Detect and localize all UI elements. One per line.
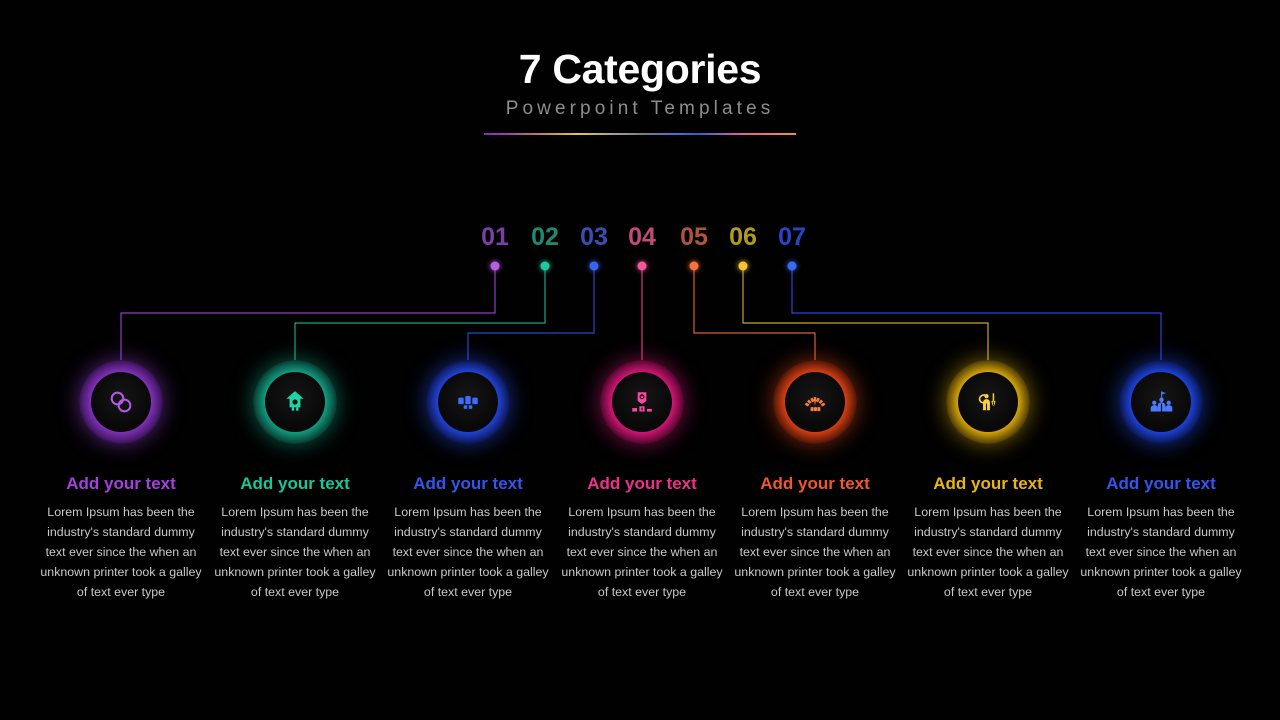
briefcase-icon (458, 396, 478, 409)
icon-inner-disc-07 (1131, 372, 1191, 432)
category-body-04: Lorem Ipsum has been the industry's stan… (561, 505, 723, 599)
category-columns: Add your text Lorem Ipsum has been the i… (0, 0, 1280, 720)
category-title-07: Add your text (1106, 474, 1216, 493)
category-icon-badge-02[interactable] (253, 360, 337, 444)
category-item-02[interactable]: Add your text Lorem Ipsum has been the i… (208, 360, 382, 603)
category-icon-badge-07[interactable] (1119, 360, 1203, 444)
category-item-01[interactable]: Add your text Lorem Ipsum has been the i… (34, 360, 208, 603)
speedometer-icon (804, 397, 826, 412)
category-body-03: Lorem Ipsum has been the industry's stan… (387, 505, 549, 599)
category-title-06: Add your text (933, 474, 1043, 493)
person-target-icon (978, 393, 996, 411)
category-item-04[interactable]: Add your text Lorem Ipsum has been the i… (555, 360, 729, 603)
category-icon-badge-05[interactable] (773, 360, 857, 444)
team-growth-icon (1150, 390, 1172, 411)
home-shield-icon (286, 391, 304, 411)
category-title-03: Add your text (413, 474, 523, 493)
category-body-06: Lorem Ipsum has been the industry's stan… (907, 505, 1069, 599)
category-title-05: Add your text (760, 474, 870, 493)
category-item-03[interactable]: Add your text Lorem Ipsum has been the i… (381, 360, 555, 603)
link-rings-icon (110, 391, 132, 413)
slide-canvas: 7 Categories Powerpoint Templates 01 02 … (0, 0, 1280, 720)
icon-inner-disc-01 (91, 372, 151, 432)
category-item-05[interactable]: Add your text Lorem Ipsum has been the i… (728, 360, 902, 603)
icon-inner-disc-03 (438, 372, 498, 432)
category-icon-badge-03[interactable] (426, 360, 510, 444)
icon-inner-disc-04 (612, 372, 672, 432)
category-item-07[interactable]: Add your text Lorem Ipsum has been the i… (1074, 360, 1248, 603)
category-icon-badge-01[interactable] (79, 360, 163, 444)
category-item-06[interactable]: Add your text Lorem Ipsum has been the i… (901, 360, 1075, 603)
category-icon-badge-04[interactable] (600, 360, 684, 444)
category-body-02: Lorem Ipsum has been the industry's stan… (214, 505, 376, 599)
category-body-07: Lorem Ipsum has been the industry's stan… (1080, 505, 1242, 599)
icon-inner-disc-06 (958, 372, 1018, 432)
icon-inner-disc-05 (785, 372, 845, 432)
award-podium-icon (632, 392, 652, 412)
category-title-02: Add your text (240, 474, 350, 493)
category-body-01: Lorem Ipsum has been the industry's stan… (40, 505, 202, 599)
category-title-04: Add your text (587, 474, 697, 493)
category-body-05: Lorem Ipsum has been the industry's stan… (734, 505, 896, 599)
category-icon-badge-06[interactable] (946, 360, 1030, 444)
icon-inner-disc-02 (265, 372, 325, 432)
category-title-01: Add your text (66, 474, 176, 493)
